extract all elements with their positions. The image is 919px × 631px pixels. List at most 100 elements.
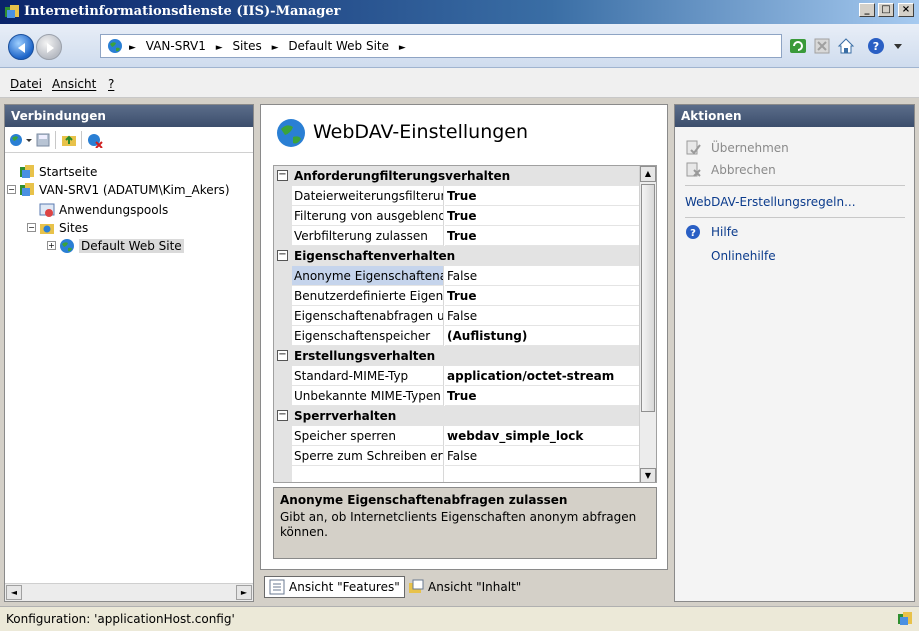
- property-value[interactable]: False: [445, 266, 640, 286]
- property-row[interactable]: Benutzerdefinierte Eigens True: [274, 286, 640, 306]
- collapse-toggle[interactable]: −: [277, 250, 288, 261]
- tree-horizontal-scrollbar[interactable]: ◄ ►: [5, 583, 253, 601]
- forward-button[interactable]: [36, 34, 62, 60]
- cancel-label: Abbrechen: [711, 163, 776, 177]
- actions-divider: [685, 217, 905, 218]
- breadcrumb-separator: ►: [129, 43, 136, 53]
- scroll-right-arrow[interactable]: ►: [236, 585, 252, 600]
- home-icon[interactable]: [836, 36, 856, 56]
- collapse-toggle[interactable]: −: [277, 410, 288, 421]
- property-value[interactable]: False: [445, 446, 640, 466]
- tab-content-view[interactable]: Ansicht "Inhalt": [404, 576, 525, 598]
- property-value[interactable]: [445, 466, 640, 482]
- minimize-button[interactable]: _: [859, 3, 875, 17]
- actions-header: Aktionen: [675, 105, 914, 127]
- expand-default-site-toggle[interactable]: +: [47, 241, 56, 250]
- globe-icon: [60, 239, 74, 253]
- menu-view[interactable]: Ansicht: [52, 77, 96, 91]
- category-creation-behavior[interactable]: − Erstellungsverhalten: [274, 346, 640, 366]
- maximize-button[interactable]: □: [878, 3, 894, 17]
- up-folder-icon[interactable]: [61, 132, 77, 148]
- chevron-down-icon[interactable]: [25, 132, 33, 148]
- connect-icon[interactable]: [9, 132, 25, 148]
- help-action[interactable]: ? Hilfe: [685, 223, 738, 241]
- property-row[interactable]: Eigenschaftenabfragen u False: [274, 306, 640, 326]
- scroll-up-arrow[interactable]: ▲: [640, 166, 656, 182]
- category-request-filtering[interactable]: − Anforderungfilterungsverhalten: [274, 166, 640, 186]
- property-value[interactable]: True: [445, 206, 640, 226]
- property-row[interactable]: Eigenschaftenspeicher (Auflistung): [274, 326, 640, 346]
- menu-help[interactable]: ?: [108, 77, 114, 91]
- scroll-left-arrow[interactable]: ◄: [6, 585, 22, 600]
- property-value[interactable]: True: [445, 186, 640, 206]
- breadcrumb-server[interactable]: VAN-SRV1: [146, 39, 206, 53]
- save-icon[interactable]: [35, 132, 51, 148]
- back-button[interactable]: [8, 34, 34, 60]
- category-label: Eigenschaftenverhalten: [294, 249, 456, 263]
- property-value[interactable]: True: [445, 286, 640, 306]
- property-grid-scrollbar[interactable]: ▲ ▼: [639, 166, 656, 482]
- property-value[interactable]: True: [445, 226, 640, 246]
- property-name: Standard-MIME-Typ: [292, 366, 444, 386]
- collapse-toggle[interactable]: −: [277, 350, 288, 361]
- webdav-authoring-rules-label: WebDAV-Erstellungsregeln...: [685, 195, 856, 209]
- property-row[interactable]: Speicher sperren webdav_simple_lock: [274, 426, 640, 446]
- breadcrumb-sites[interactable]: Sites: [232, 39, 261, 53]
- property-value[interactable]: webdav_simple_lock: [445, 426, 640, 446]
- help-icon[interactable]: ?: [866, 36, 886, 56]
- online-help-label: Onlinehilfe: [711, 249, 776, 263]
- features-pane: WebDAV-Einstellungen − Anforderungfilter…: [260, 104, 668, 602]
- collapse-toggle[interactable]: −: [277, 170, 288, 181]
- property-row[interactable]: Standard-MIME-Typ application/octet-strea…: [274, 366, 640, 386]
- property-value[interactable]: application/octet-stream: [445, 366, 640, 386]
- address-bar: ► VAN-SRV1 ► Sites ► Default Web Site ► …: [0, 24, 919, 68]
- cancel-action[interactable]: Abbrechen: [685, 161, 776, 179]
- tree-item-server[interactable]: VAN-SRV1 (ADATUM\Kim_Akers): [19, 181, 230, 199]
- category-property-behavior[interactable]: − Eigenschaftenverhalten: [274, 246, 640, 266]
- folder-globe-icon: [40, 224, 54, 234]
- scroll-down-arrow[interactable]: ▼: [640, 468, 656, 482]
- property-value[interactable]: False: [445, 306, 640, 326]
- breadcrumb[interactable]: ► VAN-SRV1 ► Sites ► Default Web Site ►: [100, 34, 782, 58]
- menu-file[interactable]: Datei: [10, 77, 42, 91]
- tree-label-apppools: Anwendungspools: [59, 203, 169, 217]
- help-icon: ?: [686, 225, 700, 239]
- tree-item-apppools[interactable]: Anwendungspools: [39, 201, 168, 219]
- scrollbar-thumb[interactable]: [641, 184, 655, 412]
- tree-item-sites[interactable]: Sites: [39, 219, 88, 237]
- row-gutter: [274, 366, 292, 386]
- property-row[interactable]: Dateierweiterungsfilterur True: [274, 186, 640, 206]
- property-value[interactable]: (Auflistung): [445, 326, 640, 346]
- tree-item-start[interactable]: Startseite: [19, 163, 97, 181]
- breadcrumb-default-web-site[interactable]: Default Web Site: [288, 39, 389, 53]
- refresh-icon[interactable]: [788, 36, 808, 56]
- property-row[interactable]: Unbekannte MIME-Typen True: [274, 386, 640, 406]
- stop-icon[interactable]: [812, 36, 832, 56]
- description-text: Gibt an, ob Internetclients Eigenschafte…: [280, 510, 637, 539]
- property-grid-rows: − Anforderungfilterungsverhalten Dateier…: [274, 166, 640, 482]
- property-grid[interactable]: − Anforderungfilterungsverhalten Dateier…: [273, 165, 657, 483]
- webdav-authoring-rules-link[interactable]: WebDAV-Erstellungsregeln...: [685, 193, 856, 211]
- tab-features-view[interactable]: Ansicht "Features": [264, 576, 405, 598]
- close-button[interactable]: ×: [898, 3, 914, 17]
- property-row-partial[interactable]: [274, 466, 640, 482]
- category-lock-behavior[interactable]: − Sperrverhalten: [274, 406, 640, 426]
- property-row[interactable]: Sperre zum Schreiben erf False: [274, 446, 640, 466]
- property-row[interactable]: Verbfilterung zulassen True: [274, 226, 640, 246]
- row-gutter: [274, 186, 292, 206]
- property-value[interactable]: True: [445, 386, 640, 406]
- chevron-down-icon[interactable]: [888, 36, 908, 56]
- online-help-action[interactable]: Onlinehilfe: [711, 247, 776, 265]
- disconnect-icon[interactable]: [87, 132, 103, 148]
- collapse-sites-toggle[interactable]: −: [27, 223, 36, 232]
- collapse-server-toggle[interactable]: −: [7, 185, 16, 194]
- page-title: WebDAV-Einstellungen: [313, 121, 529, 143]
- title-bar: Internetinformationsdienste (IIS)-Manage…: [0, 0, 919, 24]
- property-name: Speicher sperren: [292, 426, 444, 446]
- property-row-selected[interactable]: Anonyme Eigenschaftena False: [274, 266, 640, 286]
- apply-action[interactable]: Übernehmen: [685, 139, 789, 157]
- property-row[interactable]: Filterung von ausgeblend True: [274, 206, 640, 226]
- tree-item-default-web-site[interactable]: Default Web Site: [59, 237, 184, 255]
- row-gutter: [274, 286, 292, 306]
- tab-label: Ansicht "Features": [289, 580, 400, 594]
